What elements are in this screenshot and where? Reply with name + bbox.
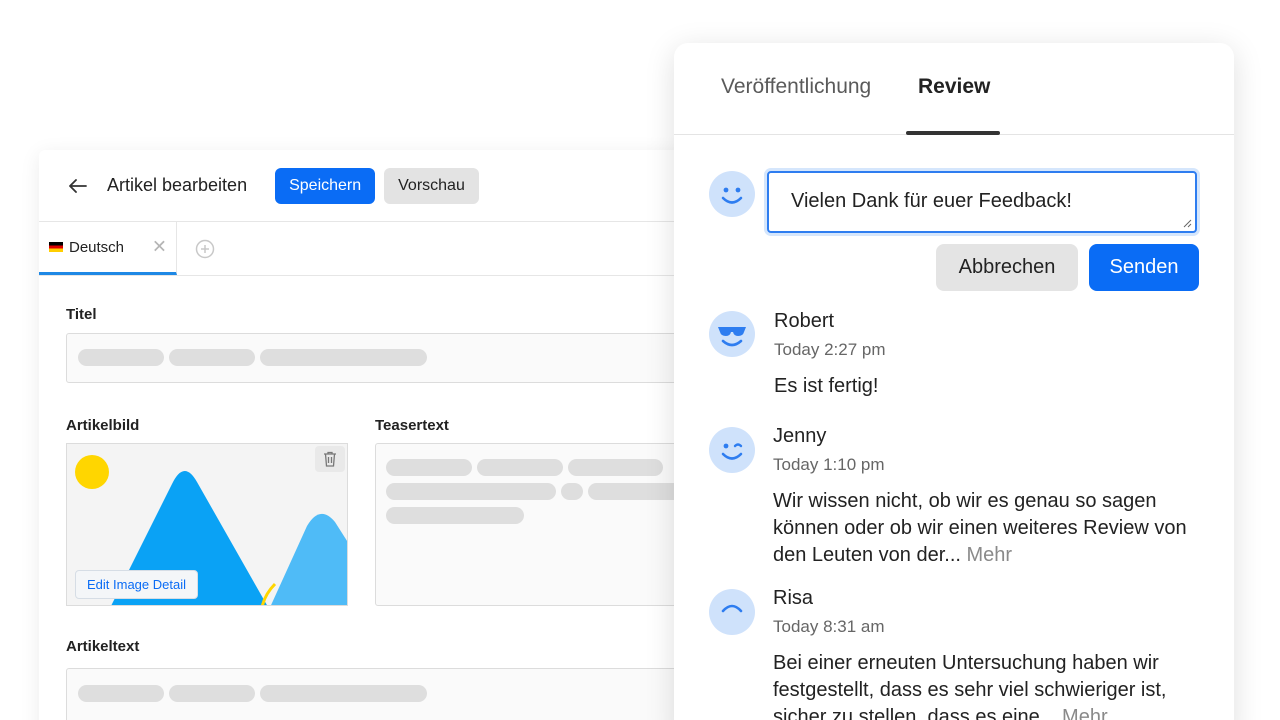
editor-header: Artikel bearbeiten Speichern Vorschau [39, 150, 739, 222]
language-tabs: Deutsch ✕ [39, 222, 739, 276]
tab-veroeffentlichung[interactable]: Veröffentlichung [721, 75, 871, 99]
placeholder-bar [260, 349, 427, 366]
image-label: Artikelbild [66, 417, 140, 434]
placeholder-bar [78, 685, 164, 702]
trash-icon [324, 451, 336, 467]
comment-body: Bei einer erneuten Untersuchung haben wi… [773, 650, 1203, 720]
placeholder-bar [169, 685, 255, 702]
comment-time: Today 1:10 pm [773, 455, 885, 474]
placeholder-bar [477, 459, 563, 476]
wink-face-icon [709, 427, 755, 473]
resize-handle-icon[interactable] [1182, 218, 1192, 228]
send-button[interactable]: Senden [1089, 244, 1199, 291]
title-label: Titel [66, 306, 97, 323]
comment-time: Today 8:31 am [773, 617, 885, 636]
placeholder-bar [260, 685, 427, 702]
german-flag-icon [49, 242, 63, 252]
teaser-label: Teasertext [375, 417, 449, 434]
article-editor: Artikel bearbeiten Speichern Vorschau De… [39, 150, 739, 720]
comment-author: Jenny [773, 425, 827, 447]
more-link[interactable]: Mehr [967, 544, 1013, 566]
cool-face-icon [709, 311, 755, 357]
placeholder-bar [568, 459, 663, 476]
active-tab-indicator [906, 131, 1000, 135]
frown-face-icon [709, 589, 755, 635]
placeholder-bar [169, 349, 255, 366]
placeholder-bar [386, 483, 556, 500]
tab-label: Deutsch [69, 238, 125, 256]
placeholder-bar [78, 349, 164, 366]
edit-image-detail-button[interactable]: Edit Image Detail [75, 570, 198, 599]
delete-image-button[interactable] [315, 446, 345, 472]
cancel-button[interactable]: Abbrechen [936, 244, 1078, 291]
comment-input-text: Vielen Dank für euer Feedback! [791, 190, 1072, 212]
placeholder-bar [561, 483, 583, 500]
comment-body: Es ist fertig! [774, 373, 1204, 400]
tab-review[interactable]: Review [918, 75, 990, 99]
save-button[interactable]: Speichern [275, 167, 376, 204]
close-icon[interactable]: ✕ [152, 237, 167, 258]
comment-author: Risa [773, 587, 814, 609]
title-input[interactable] [66, 333, 739, 383]
plus-circle-icon [195, 239, 215, 258]
comment-text: Es ist fertig! [774, 375, 879, 397]
back-arrow-icon[interactable] [67, 175, 89, 197]
comment-body: Wir wissen nicht, ob wir es genau so sag… [773, 488, 1203, 569]
article-image[interactable]: Edit Image Detail [66, 443, 348, 606]
comment-time: Today 2:27 pm [774, 340, 886, 359]
placeholder-bar [386, 507, 524, 524]
more-link[interactable]: Mehr [1062, 706, 1108, 720]
body-label: Artikeltext [66, 638, 140, 655]
preview-button[interactable]: Vorschau [384, 167, 479, 204]
placeholder-bar [386, 459, 472, 476]
body-input[interactable] [66, 668, 739, 720]
add-language-button[interactable] [177, 222, 233, 275]
panel-tabs: Veröffentlichung Review [674, 43, 1234, 135]
smile-face-icon [709, 171, 755, 217]
page-title: Artikel bearbeiten [107, 175, 248, 195]
tab-deutsch[interactable]: Deutsch ✕ [39, 222, 177, 275]
review-panel: Veröffentlichung Review Vielen Dank für … [674, 43, 1234, 720]
comment-author: Robert [774, 310, 835, 332]
comment-input[interactable]: Vielen Dank für euer Feedback! [767, 171, 1197, 233]
